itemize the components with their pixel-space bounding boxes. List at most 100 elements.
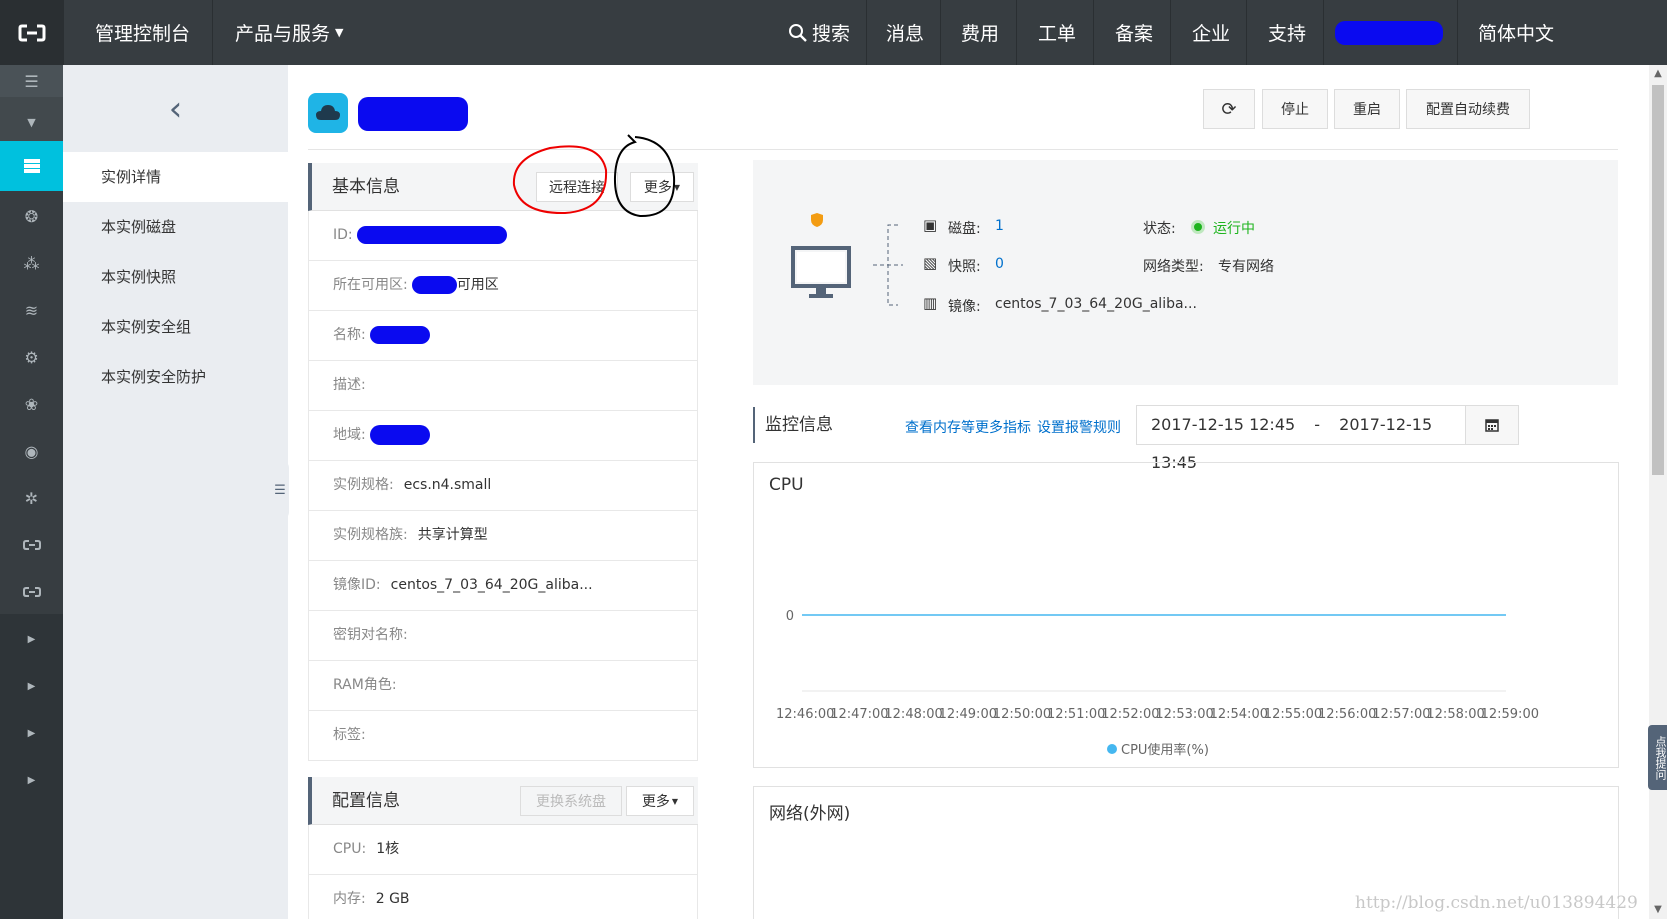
expand-arrow-icon[interactable]: ▶	[0, 614, 63, 664]
disk-label: 磁盘:	[948, 221, 981, 237]
x-tick-label: 12:53:00	[1155, 707, 1214, 722]
ram-role-label: RAM角色:	[333, 677, 397, 693]
aliyun-logo[interactable]	[0, 0, 64, 65]
snapshot-label: 快照:	[948, 259, 981, 275]
config-row-memory: 内存: 2 GB	[308, 875, 698, 919]
disk-count-link[interactable]: 1	[995, 218, 1004, 234]
basic-info-title: 基本信息	[332, 177, 400, 197]
subnav-item-instance-details[interactable]: 实例详情	[63, 152, 288, 202]
restart-button[interactable]: 重启	[1334, 89, 1400, 129]
collapse-toggle-icon[interactable]: ☰	[271, 460, 289, 520]
scroll-up-icon[interactable]: ▲	[1649, 65, 1667, 83]
calendar-icon	[1485, 419, 1499, 432]
sidebar-fill	[0, 805, 63, 919]
scroll-down-icon[interactable]: ▼	[1649, 901, 1667, 919]
scroll-thumb[interactable]	[1652, 85, 1664, 475]
config-row-cpu: CPU: 1核	[308, 825, 698, 875]
x-tick-label: 12:47:00	[830, 707, 889, 722]
billing-link[interactable]: 费用	[961, 0, 999, 65]
user-account-menu[interactable]	[1335, 0, 1443, 65]
more-metrics-link[interactable]: 查看内存等更多指标	[905, 417, 1031, 437]
divider	[1016, 0, 1017, 65]
image-id-value: centos_7_03_64_20G_aliba...	[390, 577, 593, 593]
enterprise-label: 企业	[1192, 23, 1231, 45]
calendar-button[interactable]	[1465, 405, 1519, 445]
alarm-rules-link[interactable]: 设置报警规则	[1037, 417, 1121, 437]
molecule-icon[interactable]: ✲	[0, 473, 63, 523]
expand-arrow-icon[interactable]: ▶	[0, 755, 63, 805]
stop-button[interactable]: 停止	[1262, 89, 1328, 129]
change-system-disk-button[interactable]: 更换系统盘	[520, 786, 622, 816]
status-label: 状态:	[1143, 221, 1176, 237]
subnav-item-security-groups[interactable]: 本实例安全组	[63, 302, 288, 352]
snapshot-count-link[interactable]: 0	[995, 256, 1004, 272]
legend-label: CPU使用率(%)	[1121, 743, 1209, 758]
search-label: 搜索	[812, 23, 851, 45]
divider	[866, 0, 867, 65]
redacted-id	[356, 226, 507, 244]
support-link[interactable]: 支持	[1268, 0, 1306, 65]
monitor-computer-icon	[791, 246, 851, 305]
info-row-ram-role: RAM角色:	[308, 661, 698, 711]
divider	[1246, 0, 1247, 65]
info-row-image-id: 镜像ID: centos_7_03_64_20G_aliba...	[308, 561, 698, 611]
network-nodes-icon[interactable]: ⁂	[0, 238, 63, 288]
x-tick-label: 12:54:00	[1209, 707, 1268, 722]
back-chevron-icon[interactable]: ‹	[63, 65, 288, 152]
language-switch[interactable]: 简体中文	[1478, 0, 1554, 65]
page-scrollbar[interactable]: ▲ ▼	[1649, 65, 1667, 919]
zone-label: 所在可用区:	[333, 277, 408, 293]
refresh-icon: ⟳	[1221, 98, 1237, 120]
cloud-ring-icon[interactable]: ❀	[0, 379, 63, 429]
redacted-instance-name	[358, 97, 468, 131]
instance-family-value: 共享计算型	[417, 527, 488, 543]
database-icon[interactable]: ❂	[0, 191, 63, 241]
subnav-item-security-protection[interactable]: 本实例安全防护	[63, 352, 288, 402]
network-type-label: 网络类型:	[1143, 259, 1204, 275]
ecs-server-icon[interactable]	[0, 141, 63, 191]
info-row-zone: 所在可用区: 可用区	[308, 261, 698, 311]
config-more-button[interactable]: 更多 ▼	[626, 786, 694, 816]
settings-cog-icon[interactable]: ⚙	[0, 332, 63, 382]
messages-link[interactable]: 消息	[886, 0, 924, 65]
eye-icon[interactable]: ◉	[0, 426, 63, 476]
subnav-item-snapshots[interactable]: 本实例快照	[63, 252, 288, 302]
info-row-description: 描述:	[308, 361, 698, 411]
chart-legend[interactable]: CPU使用率(%)	[1107, 739, 1209, 758]
menu-icon[interactable]: ☰	[0, 65, 63, 97]
auto-renew-button[interactable]: 配置自动续费	[1406, 89, 1530, 129]
x-tick-label: 12:58:00	[1426, 707, 1485, 722]
aliyun-small-icon[interactable]	[0, 520, 63, 570]
console-link[interactable]: 管理控制台	[95, 0, 190, 65]
header-divider	[308, 149, 1618, 150]
connector-lines	[873, 224, 903, 306]
expand-arrow-icon[interactable]: ▶	[0, 708, 63, 758]
date-separator: -	[1314, 415, 1321, 434]
layers-icon[interactable]: ≋	[0, 285, 63, 335]
config-info-title: 配置信息	[332, 791, 400, 811]
search-button[interactable]: 搜索	[788, 0, 850, 65]
memory-label: 内存:	[333, 891, 366, 907]
enterprise-link[interactable]: 企业	[1192, 0, 1230, 65]
image-id-label: 镜像ID:	[333, 577, 381, 593]
x-tick-label: 12:49:00	[938, 707, 997, 722]
info-row-instance-type: 实例规格: ecs.n4.small	[308, 461, 698, 511]
tickets-link[interactable]: 工单	[1038, 0, 1076, 65]
feedback-tab[interactable]: 点我提问	[1648, 725, 1667, 790]
snapshot-icon: ▧	[923, 254, 938, 272]
x-tick-label: 12:48:00	[884, 707, 943, 722]
dropdown-icon[interactable]: ▼	[0, 97, 63, 147]
aliyun-small-icon-2[interactable]	[0, 567, 63, 617]
date-range-input[interactable]: 2017-12-15 12:45 - 2017-12-15 13:45	[1136, 405, 1466, 472]
refresh-button[interactable]: ⟳	[1203, 89, 1255, 129]
subnav-item-disks[interactable]: 本实例磁盘	[63, 202, 288, 252]
legend-dot	[1107, 743, 1117, 754]
products-menu[interactable]: 产品与服务 ▼	[235, 0, 343, 65]
main-content: ⟳ 停止 重启 配置自动续费 基本信息 远程连接 更多 ▼ ID: 所在可用区: 可…	[288, 65, 1650, 919]
monitor-title: 监控信息	[753, 407, 833, 443]
info-row-name: 名称:	[308, 311, 698, 361]
icp-link[interactable]: 备案	[1115, 0, 1153, 65]
expand-arrow-icon[interactable]: ▶	[0, 661, 63, 711]
divider	[1457, 0, 1458, 65]
caret-down-icon: ▼	[335, 26, 344, 39]
